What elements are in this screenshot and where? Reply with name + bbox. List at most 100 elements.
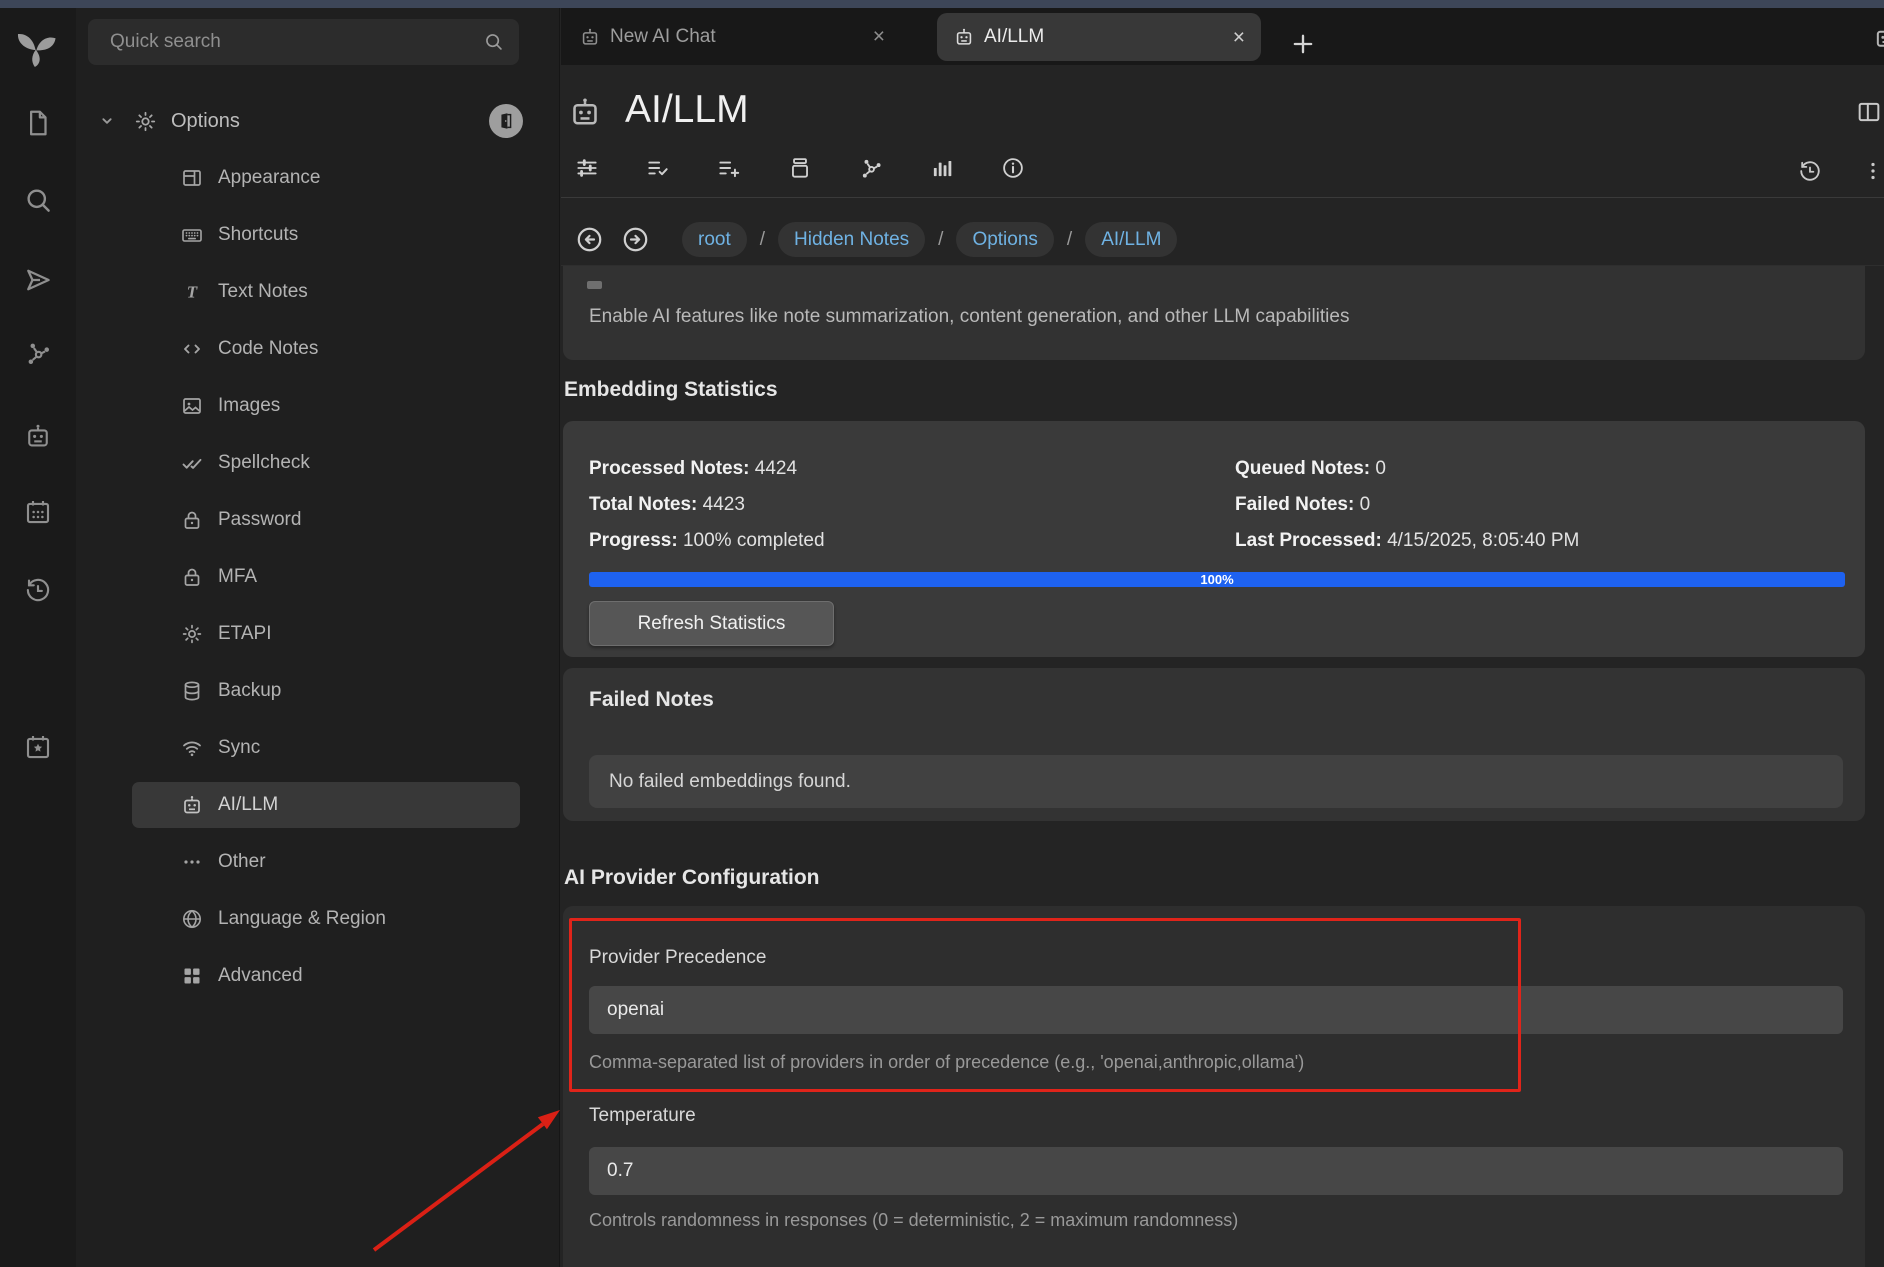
tree-item-label: Options (171, 110, 240, 133)
ribbon-list-check-button[interactable] (645, 155, 671, 181)
tree-item-label: Other (218, 851, 266, 873)
ribbon-share-button[interactable] (858, 155, 884, 181)
ai-intro-card: Enable AI features like note summarizati… (563, 266, 1865, 360)
globe-icon (180, 907, 204, 931)
history-icon (1797, 158, 1823, 184)
forward-button[interactable] (620, 224, 651, 255)
temperature-input[interactable] (589, 1147, 1843, 1195)
image-icon (180, 394, 204, 418)
ai-intro-text: Enable AI features like note summarizati… (589, 306, 1349, 328)
tree-item-advanced[interactable]: Advanced (132, 953, 520, 999)
tree-item-options[interactable]: Options (96, 98, 520, 144)
rail-ai-chat-button[interactable] (17, 415, 59, 457)
breadcrumb-hidden-notes[interactable]: Hidden Notes (778, 222, 925, 257)
bot-icon (180, 793, 204, 817)
ribbon-sliders-button[interactable] (574, 155, 600, 181)
grid-icon (180, 964, 204, 988)
note-tree-panel: Options Appearance Shortcuts Text Notes Cod… (76, 8, 560, 1267)
tree-item-code-notes[interactable]: Code Notes (132, 326, 520, 372)
tab-label: New AI Chat (610, 26, 716, 48)
tree-item-appearance[interactable]: Appearance (132, 155, 520, 201)
back-button[interactable] (574, 224, 605, 255)
new-tab-button[interactable] (1289, 30, 1317, 58)
chevron-down-icon[interactable] (96, 110, 118, 132)
split-pane-button[interactable] (1855, 98, 1883, 126)
list-plus-icon (716, 155, 742, 181)
list-check-icon (645, 155, 671, 181)
tree-item-backup[interactable]: Backup (132, 668, 520, 714)
tree-item-images[interactable]: Images (132, 383, 520, 429)
tree-item-sync[interactable]: Sync (132, 725, 520, 771)
lock-icon (180, 508, 204, 532)
bot-icon (579, 26, 601, 48)
tree-item-label: Appearance (218, 167, 320, 189)
refresh-statistics-button[interactable]: Refresh Statistics (589, 601, 834, 646)
ribbon-archive-button[interactable] (787, 155, 813, 181)
tab-ai-llm[interactable]: AI/LLM × (937, 13, 1261, 61)
tree-item-other[interactable]: Other (132, 839, 520, 885)
quick-search-input[interactable] (88, 19, 519, 65)
stat-last-processed: Last Processed: 4/15/2025, 8:05:40 PM (1235, 523, 1579, 559)
breadcrumb-ai-llm[interactable]: AI/LLM (1085, 222, 1177, 257)
close-pane-button[interactable] (489, 104, 523, 138)
ribbon-chart-button[interactable] (929, 155, 955, 181)
rail-new-note-button[interactable] (17, 102, 59, 144)
stat-queued-notes: Queued Notes: 0 (1235, 451, 1579, 487)
tab-new-ai-chat[interactable]: New AI Chat × (567, 8, 897, 65)
note-menu-button[interactable] (1860, 158, 1884, 184)
arrow-circle-left-icon (574, 224, 605, 255)
breadcrumb-separator: / (760, 229, 765, 251)
note-revisions-button[interactable] (1797, 158, 1823, 184)
ribbon-info-button[interactable] (1000, 155, 1026, 181)
wifi-icon (180, 736, 204, 760)
lock-icon (180, 565, 204, 589)
tree-item-mfa[interactable]: MFA (132, 554, 520, 600)
tree-item-label: Backup (218, 680, 281, 702)
tree-item-label: AI/LLM (218, 794, 278, 816)
tree-item-ai-llm[interactable]: AI/LLM (132, 782, 520, 828)
close-tab-icon[interactable]: × (873, 26, 885, 47)
tree-item-shortcuts[interactable]: Shortcuts (132, 212, 520, 258)
page-title: AI/LLM (625, 88, 749, 132)
embedding-statistics-card: Processed Notes: 4424Total Notes: 4423Pr… (563, 421, 1865, 657)
progress-percent-label: 100% (1200, 572, 1233, 587)
breadcrumb-options[interactable]: Options (956, 222, 1053, 257)
annotation-rectangle (569, 918, 1521, 1092)
failed-notes-empty-message: No failed embeddings found. (589, 755, 1843, 808)
rail-recent-changes-button[interactable] (17, 569, 59, 611)
temperature-help: Controls randomness in responses (0 = de… (589, 1210, 1238, 1231)
tree-item-spellcheck[interactable]: Spellcheck (132, 440, 520, 486)
trilium-logo[interactable] (13, 26, 59, 72)
tree-item-label: MFA (218, 566, 257, 588)
rail-calendar-button[interactable] (17, 491, 59, 533)
embedding-progress-bar: 100% (589, 572, 1845, 587)
tree-item-label: Text Notes (218, 281, 308, 303)
rail-bookmarks-button[interactable] (17, 726, 59, 768)
share-icon (858, 155, 884, 181)
failed-notes-heading: Failed Notes (589, 688, 714, 712)
breadcrumb-root[interactable]: root (682, 222, 747, 257)
search-icon (23, 185, 53, 215)
window-titlebar (0, 0, 1884, 8)
rail-search-button[interactable] (17, 179, 59, 221)
keyboard-icon (180, 223, 204, 247)
share-icon (23, 338, 53, 368)
note-icon (567, 94, 603, 130)
kebab-icon (1860, 158, 1884, 184)
tree-item-text-notes[interactable]: Text Notes (132, 269, 520, 315)
stat-total-notes: Total Notes: 4423 (589, 487, 825, 523)
close-tab-icon[interactable]: × (1233, 27, 1245, 48)
tab-bar: New AI Chat × AI/LLM × (561, 8, 1884, 65)
tab-label: AI/LLM (984, 26, 1044, 48)
tree-item-language-region[interactable]: Language & Region (132, 896, 520, 942)
embedding-statistics-heading: Embedding Statistics (564, 378, 778, 402)
tree-item-password[interactable]: Password (132, 497, 520, 543)
rail-share-button[interactable] (17, 332, 59, 374)
ribbon-list-plus-button[interactable] (716, 155, 742, 181)
search-icon[interactable] (483, 31, 504, 52)
arrow-circle-right-icon (620, 224, 651, 255)
ribbon-divider (561, 197, 1884, 198)
archive-icon (787, 155, 813, 181)
rail-jump-to-note-button[interactable] (17, 259, 59, 301)
tree-item-etapi[interactable]: ETAPI (132, 611, 520, 657)
